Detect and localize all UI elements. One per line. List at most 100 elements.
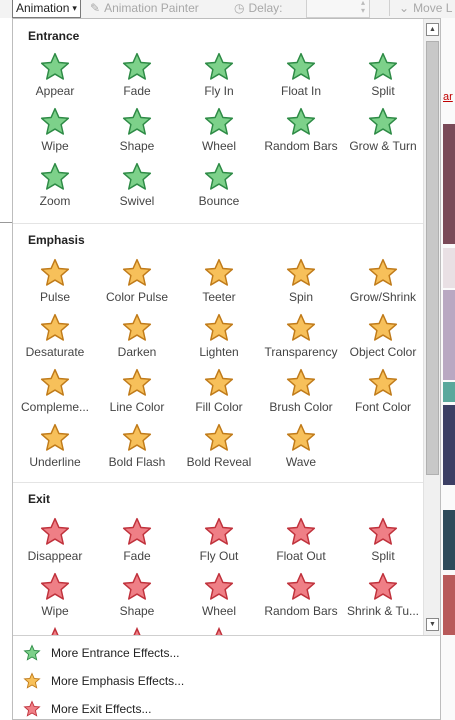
split-icon (368, 52, 398, 80)
teeter-icon (204, 258, 234, 286)
effect-emphasis-pulse[interactable]: Pulse (14, 257, 96, 309)
effect-exit-shrink-turn[interactable]: Shrink & Tu... (342, 571, 424, 623)
spinner-arrows-icon[interactable]: ▴ ▾ (361, 0, 365, 15)
effect-label: Grow/Shrink (349, 290, 417, 304)
effect-label: Color Pulse (105, 290, 169, 304)
effect-emphasis-complementary-color[interactable]: Compleme... (14, 367, 96, 419)
more-emphasis-effects-item[interactable]: More Emphasis Effects... (23, 670, 184, 692)
shape-icon (122, 107, 152, 135)
effect-label: Wipe (41, 604, 69, 618)
effect-label: Darken (117, 345, 157, 359)
effect-entrance-float-in[interactable]: Float In (260, 51, 342, 103)
effect-exit-fade-out[interactable]: Fade (96, 516, 178, 568)
effect-exit-disappear[interactable]: Disappear (14, 516, 96, 568)
effect-label: Split (371, 549, 395, 563)
more-exit-effects-item[interactable]: More Exit Effects... (23, 698, 151, 720)
effect-emphasis-spin[interactable]: Spin (260, 257, 342, 309)
effect-label: Shape (119, 139, 155, 153)
slide-thumbnail (443, 290, 455, 380)
effect-emphasis-transparency[interactable]: Transparency (260, 312, 342, 364)
wheel-icon (204, 107, 234, 135)
effect-emphasis-bold-reveal[interactable]: Bold Reveal (178, 422, 260, 474)
animation-painter-button[interactable]: ✎ Animation Painter (90, 0, 199, 16)
background-red-text: ar (443, 91, 453, 103)
effect-emphasis-object-color[interactable]: Object Color (342, 312, 424, 364)
effect-emphasis-fill-color[interactable]: Fill Color (178, 367, 260, 419)
effect-emphasis-darken[interactable]: Darken (96, 312, 178, 364)
scrollbar-thumb[interactable] (426, 41, 439, 475)
effect-entrance-split[interactable]: Split (342, 51, 424, 103)
scroll-down-button[interactable]: ▼ (426, 618, 439, 631)
effect-exit-float-out[interactable]: Float Out (260, 516, 342, 568)
effect-exit-overflow[interactable] (96, 626, 178, 635)
gallery-scrollbar[interactable]: ▲ ▼ (423, 19, 440, 635)
move-later-button[interactable]: ⌄ Move L (399, 0, 452, 16)
scroll-up-button[interactable]: ▲ (426, 23, 439, 36)
effect-label: Fade (123, 84, 151, 98)
effect-label: Bold Flash (108, 455, 166, 469)
effect-entrance-bounce[interactable]: Bounce (178, 161, 260, 213)
effect-label: Spin (288, 290, 314, 304)
star-icon (51, 626, 59, 635)
section-divider (13, 223, 424, 224)
effect-emphasis-brush-color[interactable]: Brush Color (260, 367, 342, 419)
line-color-icon (122, 368, 152, 396)
effect-emphasis-line-color[interactable]: Line Color (96, 367, 178, 419)
effect-emphasis-desaturate[interactable]: Desaturate (14, 312, 96, 364)
effect-exit-overflow[interactable] (14, 626, 96, 635)
effect-entrance-fly-in[interactable]: Fly In (178, 51, 260, 103)
effect-emphasis-wave[interactable]: Wave (260, 422, 342, 474)
random-bars-out-icon (286, 572, 316, 600)
effect-emphasis-font-color[interactable]: Font Color (342, 367, 424, 419)
effect-label: Underline (29, 455, 81, 469)
slide-thumbnail (443, 405, 455, 485)
float-out-icon (286, 517, 316, 545)
shrink-turn-icon (368, 572, 398, 600)
animation-gallery-dropdown: Entrance Appear Fade Fly In Float In Split Wi… (12, 18, 441, 720)
more-entrance-effects-item[interactable]: More Entrance Effects... (23, 642, 180, 664)
effect-label: Wheel (201, 604, 236, 618)
effect-emphasis-underline[interactable]: Underline (14, 422, 96, 474)
section-header-emphasis: Emphasis (28, 233, 85, 247)
brush-color-icon (286, 368, 316, 396)
effect-emphasis-teeter[interactable]: Teeter (178, 257, 260, 309)
section-divider (13, 482, 424, 483)
wheel-out-icon (204, 572, 234, 600)
effect-label: Brush Color (269, 400, 333, 414)
effect-exit-random-bars-out[interactable]: Random Bars (260, 571, 342, 623)
effect-label: Random Bars (264, 139, 338, 153)
effect-entrance-wheel[interactable]: Wheel (178, 106, 260, 158)
effect-label: Shrink & Tu... (346, 604, 420, 618)
desaturate-icon (40, 313, 70, 341)
more-effects-menu: More Entrance Effects... More Emphasis E… (13, 635, 440, 720)
fill-color-icon (204, 368, 234, 396)
effect-label: Line Color (109, 400, 165, 414)
effect-label: Zoom (39, 194, 71, 208)
effect-exit-shape-out[interactable]: Shape (96, 571, 178, 623)
effect-entrance-grow-turn[interactable]: Grow & Turn (342, 106, 424, 158)
effect-entrance-wipe[interactable]: Wipe (14, 106, 96, 158)
effect-exit-wheel-out[interactable]: Wheel (178, 571, 260, 623)
effect-entrance-fade[interactable]: Fade (96, 51, 178, 103)
effect-emphasis-bold-flash[interactable]: Bold Flash (96, 422, 178, 474)
effect-exit-fly-out[interactable]: Fly Out (178, 516, 260, 568)
effect-entrance-swivel[interactable]: Swivel (96, 161, 178, 213)
effect-emphasis-lighten[interactable]: Lighten (178, 312, 260, 364)
slide-thumbnail (443, 124, 455, 244)
effect-emphasis-grow-shrink[interactable]: Grow/Shrink (342, 257, 424, 309)
effect-emphasis-color-pulse[interactable]: Color Pulse (96, 257, 178, 309)
effect-exit-wipe-out[interactable]: Wipe (14, 571, 96, 623)
entrance-star-icon (23, 644, 41, 661)
effect-exit-overflow[interactable] (178, 626, 260, 635)
effect-entrance-appear[interactable]: Appear (14, 51, 96, 103)
delay-input[interactable]: ▴ ▾ (306, 0, 370, 18)
effect-entrance-zoom[interactable]: Zoom (14, 161, 96, 213)
effect-label: Bold Reveal (186, 455, 252, 469)
effect-label: Fill Color (195, 400, 243, 414)
animation-dropdown-button[interactable]: Animation ▾ (12, 0, 81, 18)
effect-label: Random Bars (264, 604, 338, 618)
effect-exit-split-out[interactable]: Split (342, 516, 424, 568)
lighten-icon (204, 313, 234, 341)
effect-entrance-shape[interactable]: Shape (96, 106, 178, 158)
effect-entrance-random-bars[interactable]: Random Bars (260, 106, 342, 158)
